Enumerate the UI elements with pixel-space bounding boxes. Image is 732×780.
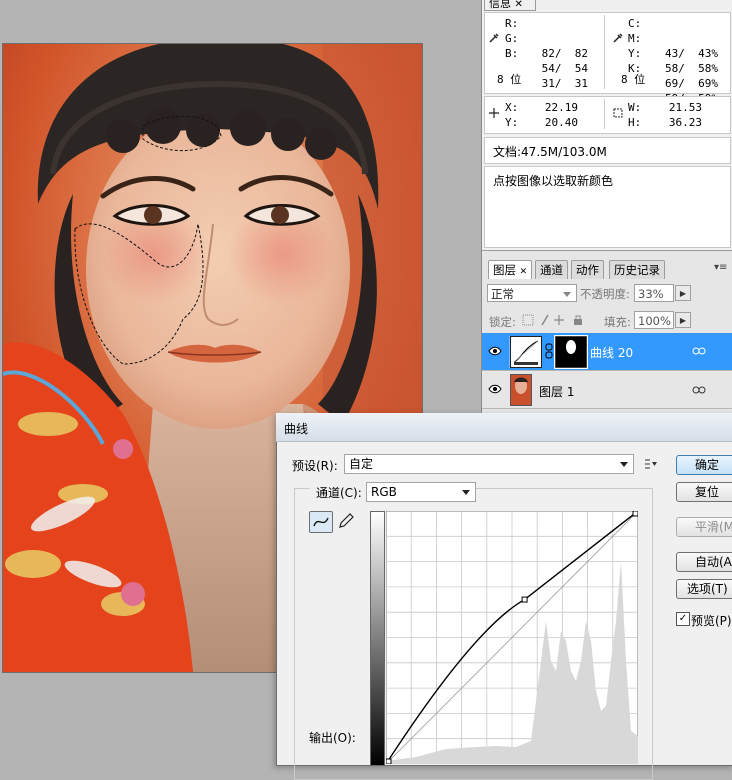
layer-thumbnail — [510, 374, 532, 406]
eye-icon[interactable] — [488, 383, 502, 395]
pencil-icon[interactable] — [337, 512, 355, 530]
eye-icon[interactable] — [488, 345, 502, 357]
rgb-values: 82/ 82 54/ 54 31/ 31 — [541, 47, 588, 90]
tab-channels[interactable]: 通道 — [535, 260, 568, 279]
curve-control-point[interactable] — [386, 758, 392, 764]
wh-values: 21.53 36.23 — [668, 101, 702, 129]
info-tab[interactable]: 信息 ✕ — [484, 0, 536, 11]
fill-input[interactable]: 100% — [634, 311, 674, 329]
channel-label: 通道(C): — [310, 484, 368, 501]
close-icon[interactable]: ✕ — [515, 0, 523, 10]
xy-values: 22.19 20.40 — [544, 101, 578, 129]
output-gradient-bar — [370, 511, 385, 766]
close-icon[interactable]: ✕ — [520, 267, 528, 277]
fill-label: 填充: — [604, 315, 631, 329]
blend-mode-select[interactable]: 正常 — [487, 284, 577, 302]
marquee-size-icon — [613, 108, 623, 118]
layer-row-layer1[interactable]: 图层 1 — [482, 371, 732, 409]
lock-icons — [522, 314, 582, 326]
preset-select[interactable]: 自定 — [344, 454, 634, 474]
tab-actions[interactable]: 动作 — [571, 260, 604, 279]
eyedropper-icon[interactable] — [488, 32, 500, 44]
divider — [604, 99, 605, 129]
wh-labels: W: H: — [628, 101, 642, 129]
link-icon[interactable] — [545, 343, 553, 359]
ok-button[interactable]: 确定 — [676, 455, 732, 475]
preview-label: 预览(P) — [691, 614, 732, 628]
divider — [604, 15, 605, 89]
preset-options-icon[interactable] — [644, 457, 658, 471]
dialog-title: 曲线 — [284, 422, 309, 436]
curve-control-point[interactable] — [632, 511, 638, 517]
bit-depth-right: 8 位 — [621, 73, 646, 86]
dialog-titlebar[interactable]: 曲线 — [276, 413, 732, 442]
reset-button[interactable]: 复位 — [676, 482, 732, 502]
auto-button[interactable]: 自动(A — [676, 552, 732, 572]
cmyk-labels: C: M: Y: K: — [628, 17, 642, 75]
opacity-input[interactable]: 33% — [634, 284, 674, 302]
eyedropper-icon[interactable] — [612, 32, 624, 44]
opacity-label: 不透明度: — [580, 287, 630, 301]
hint-text: 点按图像以选取新颜色 — [493, 174, 614, 188]
layer-row-curves[interactable]: 曲线 20 — [482, 333, 732, 371]
panel-menu-icon[interactable]: ▾≡ — [714, 262, 727, 273]
opacity-arrow-button[interactable]: ▶ — [675, 285, 691, 301]
fill-arrow-button[interactable]: ▶ — [675, 312, 691, 328]
crosshair-icon — [489, 108, 499, 118]
curve-control-point[interactable] — [521, 596, 528, 603]
bit-depth-left: 8 位 — [497, 73, 522, 86]
curve-tool-icon — [313, 517, 329, 527]
preview-checkbox[interactable]: ✓ — [676, 612, 690, 626]
curves-adjustment-icon — [510, 336, 542, 368]
tab-history[interactable]: 历史记录 — [609, 260, 665, 279]
rgb-labels: R: G: B: — [505, 17, 519, 60]
layer-name: 曲线 20 — [590, 346, 634, 360]
curve-point-tool-button[interactable] — [309, 511, 333, 533]
chain-icon — [692, 386, 706, 394]
output-label: 输出(O): — [309, 731, 356, 745]
lock-label: 锁定: — [489, 315, 516, 329]
smooth-button[interactable]: 平滑(M — [676, 517, 732, 537]
preset-label: 预设(R): — [292, 459, 338, 473]
layer-mask-thumbnail[interactable] — [554, 335, 588, 369]
tab-layers[interactable]: 图层 ✕ — [488, 260, 533, 279]
chain-icon — [692, 347, 706, 355]
curves-graph[interactable] — [386, 511, 638, 764]
xy-labels: X: Y: — [505, 101, 519, 129]
options-button[interactable]: 选项(T) — [676, 579, 732, 599]
layer-name: 图层 1 — [539, 385, 575, 399]
doc-size: 文档:47.5M/103.0M — [493, 145, 607, 159]
info-tab-label: 信息 — [489, 0, 511, 10]
channel-select[interactable]: RGB — [366, 482, 476, 502]
